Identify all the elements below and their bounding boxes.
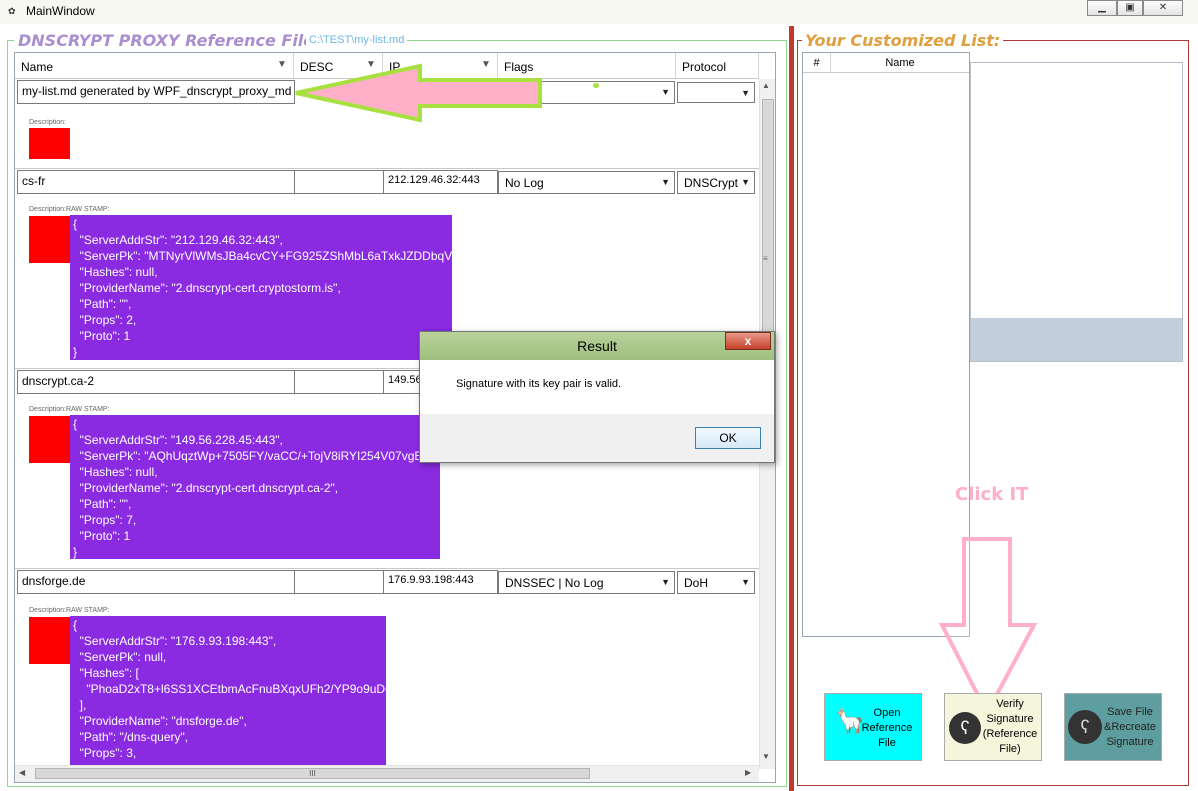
column-header-label: Name [21, 60, 54, 74]
open-reference-file-button[interactable]: 🦙 Open Reference File [824, 693, 922, 761]
description-label: Description:RAW STAMP: [29, 206, 110, 213]
details-panel [970, 62, 1183, 362]
raw-stamp-block: { "ServerAddrStr": "149.56.228.45:443", … [70, 415, 440, 559]
customized-list-legend: Your Customized List: [802, 31, 1004, 50]
chevron-down-icon: ▼ [741, 177, 750, 187]
cell-desc[interactable] [294, 570, 384, 594]
verify-button-label: Verify Signature (Reference File) [982, 698, 1038, 755]
chevron-down-icon: ▼ [661, 87, 670, 97]
cell-name[interactable]: dnscrypt.ca-2 [17, 370, 295, 394]
scroll-up-icon[interactable]: ▲ [762, 81, 770, 90]
protocol-combo[interactable]: DNSCrypt ▼ [677, 171, 755, 194]
column-header-name[interactable]: Name [831, 53, 969, 73]
cell-desc[interactable] [294, 370, 384, 394]
click-it-annotation: Click IT [955, 484, 1029, 505]
color-swatch [29, 128, 70, 159]
filter-icon[interactable]: ▼ [277, 59, 287, 70]
scroll-left-icon[interactable]: ◀ [19, 768, 25, 777]
reference-file-legend: DNSCRYPT PROXY Reference File: [14, 31, 325, 50]
scroll-down-icon[interactable]: ▼ [762, 752, 770, 761]
raw-stamp-block: { "ServerAddrStr": "212.129.46.32:443", … [70, 215, 452, 360]
save-recreate-signature-button[interactable]: ʕ Save File &Recreate Signature [1064, 693, 1162, 761]
cell-ip[interactable]: 176.9.93.198:443 [383, 570, 498, 594]
app-icon: ✿ [8, 6, 16, 16]
result-dialog: Result x Signature with its key pair is … [419, 331, 775, 463]
column-header-index[interactable]: # [803, 53, 831, 73]
flags-combo[interactable]: No Log ▼ [498, 171, 675, 194]
cell-name[interactable]: cs-fr [17, 170, 295, 194]
open-button-label: Open Reference File [861, 707, 913, 749]
scroll-thumb[interactable]: III [35, 768, 590, 779]
minimize-button[interactable]: ▁ [1087, 0, 1117, 16]
cell-ip[interactable]: 212.129.46.32:443 [383, 170, 498, 194]
chevron-down-icon: ▼ [741, 577, 750, 587]
verify-signature-button[interactable]: ʕ Verify Signature (Reference File) [944, 693, 1042, 761]
column-header-name[interactable]: Name ▼ [15, 53, 294, 79]
scroll-right-icon[interactable]: ▶ [745, 768, 751, 777]
raw-stamp-block: { "ServerAddrStr": "176.9.93.198:443", "… [70, 616, 386, 766]
protocol-combo[interactable]: ▼ [677, 82, 755, 103]
dialog-message: Signature with its key pair is valid. [456, 378, 622, 390]
green-dot [593, 83, 599, 88]
row-divider [15, 168, 759, 169]
maximize-button[interactable]: ▣ [1117, 0, 1143, 16]
dialog-body: Signature with its key pair is valid. [420, 360, 774, 414]
horizontal-scrollbar[interactable]: ◀ III ▶ [15, 765, 759, 782]
down-arrow-icon [938, 537, 1038, 717]
bear-icon: ʕ [1068, 710, 1102, 744]
protocol-combo[interactable]: DoH ▼ [677, 571, 755, 594]
row-divider [15, 568, 759, 569]
details-panel-footer [971, 318, 1182, 361]
title-bar: ✿ MainWindow ▁ ▣ ✕ [0, 0, 1198, 24]
grip-icon: ≡ [763, 254, 768, 263]
bear-icon: ʕ [949, 712, 981, 744]
reference-file-path: C:\TEST\my-list.md [306, 34, 408, 46]
description-label: Description: [29, 119, 66, 126]
cell-desc[interactable] [294, 170, 384, 194]
chevron-down-icon: ▼ [661, 177, 670, 187]
close-button[interactable]: ✕ [1143, 0, 1183, 16]
flags-combo[interactable]: DNSSEC | No Log ▼ [498, 571, 675, 594]
ok-button[interactable]: OK [695, 427, 761, 449]
save-button-label: Save File &Recreate Signature [1104, 706, 1156, 748]
color-swatch [29, 216, 71, 263]
cell-name[interactable]: my-list.md generated by WPF_dnscrypt_pro… [17, 80, 295, 104]
dialog-title: Result [577, 338, 617, 354]
window-title: MainWindow [26, 4, 95, 18]
chevron-down-icon: ▼ [741, 88, 750, 98]
column-header-protocol[interactable]: Protocol [676, 53, 759, 79]
pointer-arrow-icon [295, 63, 542, 123]
dialog-title-bar: Result [420, 332, 774, 360]
grid-splitter[interactable] [789, 26, 794, 791]
color-swatch [29, 416, 71, 463]
description-label: Description:RAW STAMP: [29, 406, 110, 413]
chevron-down-icon: ▼ [661, 577, 670, 587]
column-header-label: Protocol [682, 60, 727, 74]
dialog-close-button[interactable]: x [725, 332, 771, 350]
color-swatch [29, 617, 71, 664]
description-label: Description:RAW STAMP: [29, 607, 110, 614]
cell-name[interactable]: dnsforge.de [17, 570, 295, 594]
